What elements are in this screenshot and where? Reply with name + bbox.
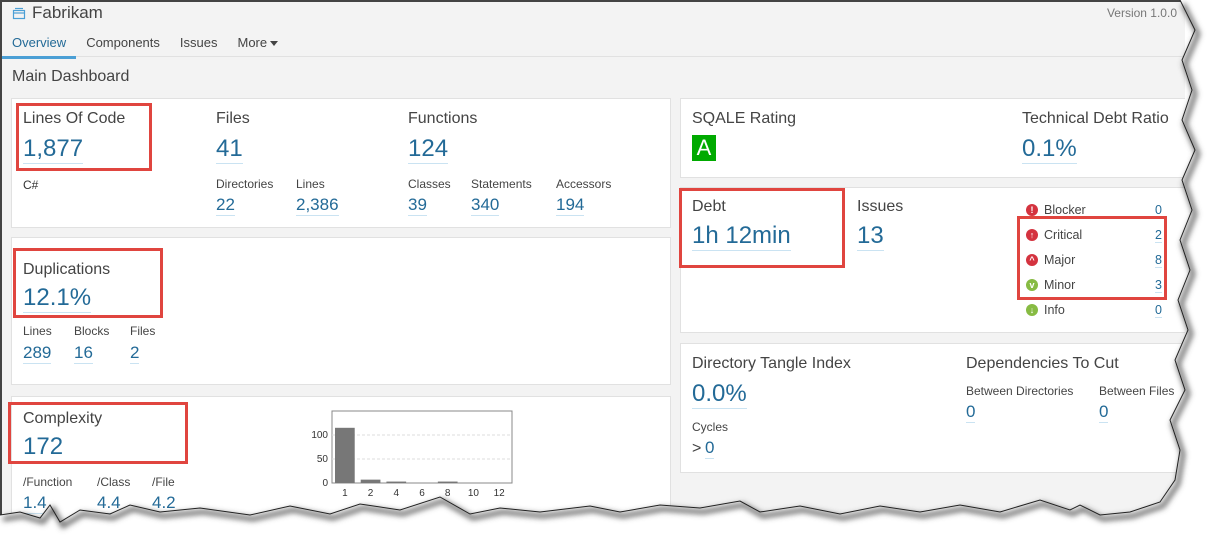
dup-files-label: Files (130, 324, 156, 338)
debt-ratio-value[interactable]: 0.1% (1022, 135, 1077, 164)
between-files-value[interactable]: 0 (1099, 402, 1109, 423)
classes-label: Classes (408, 177, 451, 191)
files-label: Files (216, 110, 250, 127)
severity-count[interactable]: 0 (1155, 303, 1162, 318)
tab-components[interactable]: Components (76, 30, 170, 58)
project-name: Fabrikam (32, 3, 103, 22)
size-card: Lines Of Code 1,877 C# Files 41 Director… (11, 98, 671, 228)
chart-x-tick-label: 4 (394, 488, 400, 499)
project-icon (12, 7, 26, 20)
accessors-label: Accessors (556, 177, 612, 191)
chart-bar (335, 427, 355, 483)
nav-tabs: Overview Components Issues More (2, 30, 288, 59)
directories-label: Directories (216, 177, 274, 191)
lines-value[interactable]: 2,386 (296, 195, 339, 216)
tab-overview[interactable]: Overview (2, 30, 77, 59)
chart-y-tick-label: 100 (311, 430, 328, 441)
language-label: C# (23, 178, 39, 192)
page-title: Main Dashboard (12, 68, 130, 85)
exclamation-circle-icon: ! (1026, 204, 1038, 216)
chart-bar (386, 481, 407, 483)
severity-label: Info (1044, 303, 1065, 317)
tangle-index-value[interactable]: 0.0% (692, 380, 747, 409)
duplications-card: Duplications 12.1% Lines 289 Blocks 16 F… (11, 237, 671, 385)
issues-card: Debt 1h 12min Issues 13 ! Blocker 0 ↑ Cr… (679, 187, 1185, 333)
per-file-value[interactable]: 4.2 (152, 493, 176, 514)
chart-x-tick-label: 8 (445, 488, 451, 499)
per-function-label: /Function (23, 475, 73, 489)
chart-x-tick-label: 6 (419, 488, 425, 499)
dependencies-to-cut-label: Dependencies To Cut (966, 355, 1119, 372)
issues-value[interactable]: 13 (857, 222, 884, 251)
chart-x-tick-label: 2 (368, 488, 374, 499)
dup-blocks-value[interactable]: 16 (74, 343, 93, 364)
cycles-label: Cycles (692, 420, 729, 434)
arrow-circle-down-icon: ↓ (1026, 304, 1038, 316)
lines-label: Lines (296, 177, 325, 191)
severity-info: ↓ Info 0 (1026, 300, 1162, 320)
highlight-box (16, 103, 152, 171)
highlight-box (13, 248, 163, 318)
dashboard-frame: Fabrikam Version 1.0.0 Overview Componen… (0, 0, 1185, 520)
debt-ratio-label: Technical Debt Ratio (1022, 110, 1169, 127)
issues-label: Issues (857, 198, 904, 215)
chart-x-tick-label: 10 (468, 488, 480, 499)
highlight-box (679, 188, 845, 268)
caret-down-icon (270, 41, 279, 47)
chart-bar (360, 479, 381, 483)
chart-y-tick-label: 50 (317, 454, 329, 465)
chart-svg: 0501001 2 4 6 8 10 12 (311, 410, 513, 499)
version-label: Version 1.0.0 (1106, 6, 1177, 20)
complexity-distribution-chart: 0 50 100 1 2 4 6 8 10 12 (292, 403, 532, 503)
per-class-value[interactable]: 4.4 (97, 493, 121, 514)
tangle-index-label: Directory Tangle Index (692, 355, 851, 372)
cycles-value[interactable]: 0 (705, 438, 715, 459)
top-nav: Fabrikam Version 1.0.0 Overview Componen… (2, 2, 1185, 59)
directories-value[interactable]: 22 (216, 195, 235, 216)
statements-value[interactable]: 340 (471, 195, 500, 216)
between-files-label: Between Files (1099, 384, 1175, 398)
dup-files-value[interactable]: 2 (130, 343, 140, 364)
functions-value[interactable]: 124 (408, 135, 449, 164)
dup-lines-label: Lines (23, 324, 52, 338)
functions-label: Functions (408, 110, 478, 127)
design-card: Directory Tangle Index 0.0% Cycles > 0 D… (680, 343, 1185, 473)
per-class-label: /Class (97, 475, 131, 489)
per-file-label: /File (152, 475, 175, 489)
highlight-box (1017, 216, 1167, 300)
sqale-rating-badge[interactable]: A (692, 135, 716, 161)
cycles-prefix: > (692, 440, 702, 457)
tab-more-label: More (237, 35, 268, 50)
dup-lines-value[interactable]: 289 (23, 343, 52, 364)
tab-issues[interactable]: Issues (170, 30, 228, 58)
complexity-card: Complexity 172 /Function 1.4 /Class 4.4 … (8, 396, 671, 520)
statements-label: Statements (471, 177, 532, 191)
chart-x-tick-label: 1 (342, 488, 348, 499)
classes-value[interactable]: 39 (408, 195, 427, 216)
severity-label: Blocker (1044, 203, 1086, 217)
sqale-rating-label: SQALE Rating (692, 110, 797, 127)
chart-plot-frame (331, 410, 513, 484)
between-directories-value[interactable]: 0 (966, 402, 976, 423)
chart-bar (437, 481, 458, 483)
per-function-value[interactable]: 1.4 (23, 493, 47, 514)
between-directories-label: Between Directories (966, 384, 1074, 398)
tab-more[interactable]: More (227, 30, 288, 58)
sqale-card: SQALE Rating A Technical Debt Ratio 0.1% (680, 98, 1185, 178)
accessors-value[interactable]: 194 (556, 195, 585, 216)
chart-y-tick-label: 0 (322, 478, 328, 489)
dup-blocks-label: Blocks (74, 324, 110, 338)
project-title[interactable]: Fabrikam (12, 3, 103, 23)
chart-x-tick-label: 12 (494, 488, 506, 499)
highlight-box (8, 402, 188, 464)
files-value[interactable]: 41 (216, 135, 243, 164)
